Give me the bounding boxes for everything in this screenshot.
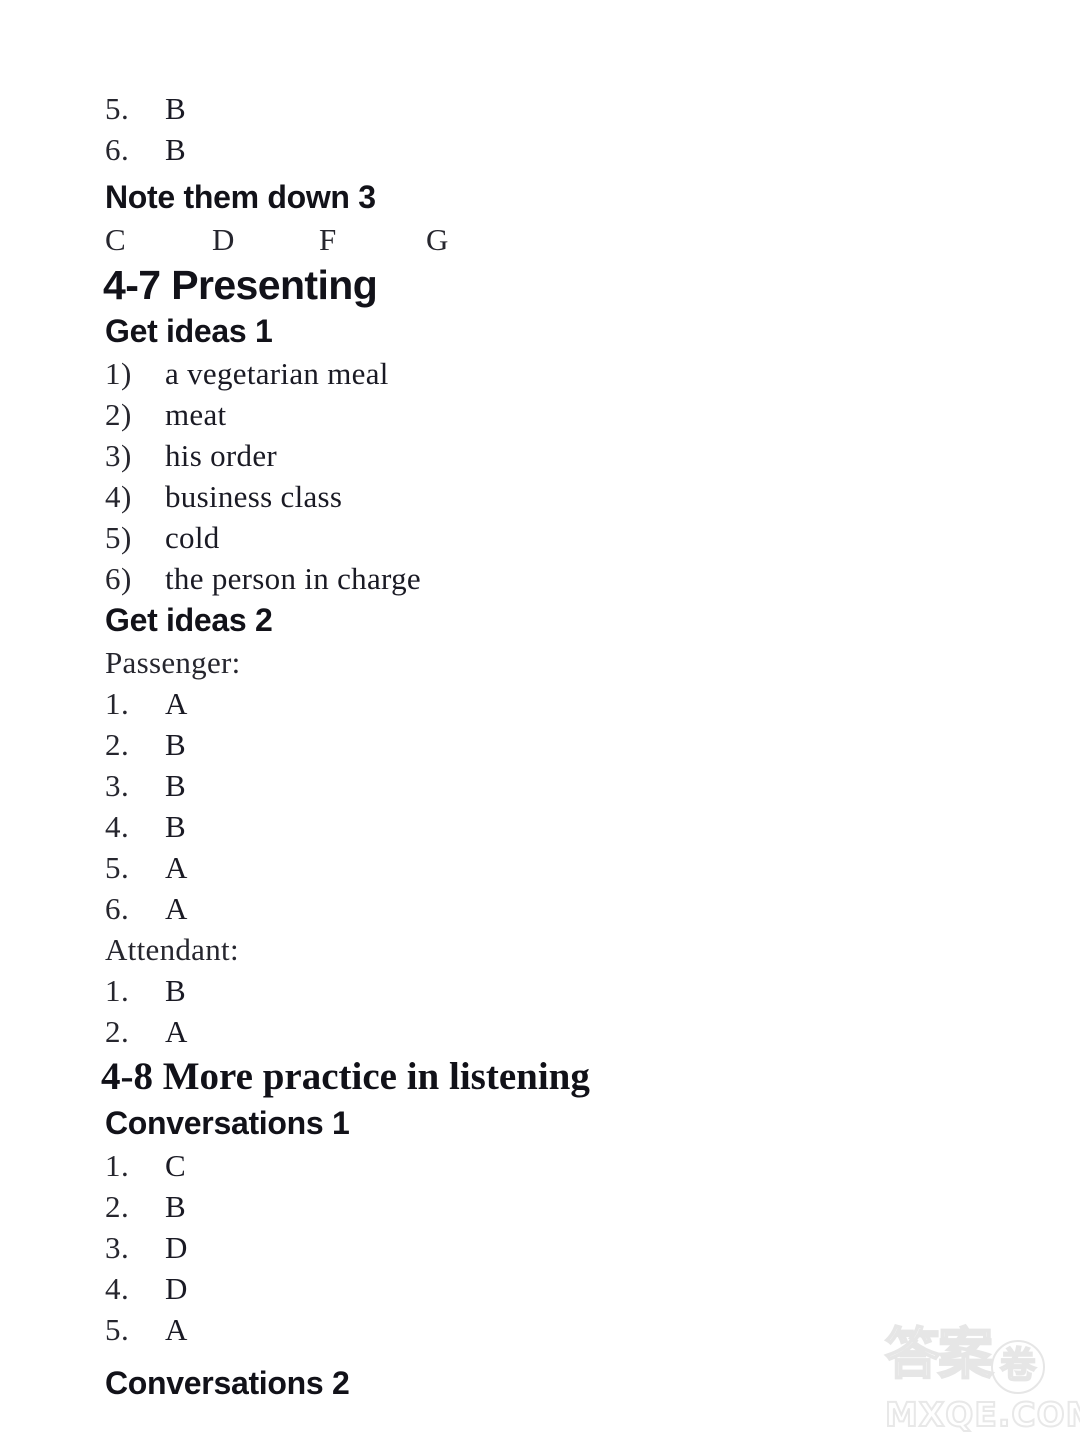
list-item-number: 4. [105, 1271, 130, 1306]
list-item-value: B [165, 973, 186, 1008]
list-item: 6) the person in charge [0, 558, 1080, 599]
answer-letter: C [105, 222, 126, 257]
list-item-number: 1. [105, 1148, 130, 1183]
heading-get-ideas-2: Get ideas 2 [105, 602, 273, 638]
list-item-number: 5) [105, 520, 132, 555]
list-item-number: 6. [105, 132, 130, 167]
list-item: 3. D [0, 1227, 1080, 1268]
list-item-value: B [165, 132, 186, 167]
list-item-value: A [165, 850, 188, 885]
list-item-number: 5. [105, 1312, 130, 1347]
list-item: 5. B [0, 88, 1080, 129]
heading-conversations-2: Conversations 2 [105, 1365, 350, 1401]
list-item: 2) meat [0, 394, 1080, 435]
list-item-number: 6. [105, 891, 130, 926]
list-item: 5) cold [0, 517, 1080, 558]
list-item: 6. A [0, 888, 1080, 929]
list-item-value: A [165, 1312, 188, 1347]
heading-conversations-1: Conversations 1 [105, 1105, 350, 1141]
heading-note-them-down: Note them down 3 [105, 179, 376, 215]
list-item-value: B [165, 727, 186, 762]
list-item-value: B [165, 91, 186, 126]
label-passenger: Passenger: [105, 645, 241, 680]
list-item: 3. B [0, 765, 1080, 806]
list-item-value: meat [165, 397, 227, 432]
list-item-number: 5. [105, 850, 130, 885]
list-item-number: 5. [105, 91, 130, 126]
list-item-value: a vegetarian meal [165, 356, 389, 391]
list-item-value: A [165, 891, 188, 926]
list-item: 1. B [0, 970, 1080, 1011]
list-item: 2. A [0, 1011, 1080, 1052]
list-item-value: B [165, 809, 186, 844]
list-item: 4. D [0, 1268, 1080, 1309]
list-item: 3) his order [0, 435, 1080, 476]
answer-letter: D [212, 222, 235, 257]
list-item-value: B [165, 1189, 186, 1224]
list-item-value: B [165, 768, 186, 803]
list-item-value: A [165, 686, 188, 721]
list-item-number: 4) [105, 479, 132, 514]
list-item-number: 2. [105, 1014, 130, 1049]
list-item-number: 1. [105, 973, 130, 1008]
list-item: 2. B [0, 724, 1080, 765]
list-item-value: his order [165, 438, 278, 473]
list-item-number: 3. [105, 768, 130, 803]
list-item-value: D [165, 1230, 188, 1265]
list-item-value: business class [165, 479, 343, 514]
heading-get-ideas-1: Get ideas 1 [105, 313, 273, 349]
list-item-number: 1. [105, 686, 130, 721]
list-item-number: 6) [105, 561, 132, 596]
list-item-value: C [165, 1148, 186, 1183]
list-item-number: 3) [105, 438, 132, 473]
list-item: 2. B [0, 1186, 1080, 1227]
list-item-number: 4. [105, 809, 130, 844]
answer-letter: G [426, 222, 449, 257]
list-item-value: A [165, 1014, 188, 1049]
list-item-value: the person in charge [165, 561, 421, 596]
list-item: 1. A [0, 683, 1080, 724]
list-item: 4. B [0, 806, 1080, 847]
list-item-value: D [165, 1271, 188, 1306]
list-item: 1. C [0, 1145, 1080, 1186]
list-item-number: 2. [105, 727, 130, 762]
list-item: 4) business class [0, 476, 1080, 517]
list-item-value: cold [165, 520, 220, 555]
list-item: 5. A [0, 1309, 1080, 1350]
note-them-down-answers: C D F G [0, 219, 1080, 260]
list-item-number: 1) [105, 356, 132, 391]
list-item-number: 2. [105, 1189, 130, 1224]
list-item: 6. B [0, 129, 1080, 170]
list-item-number: 2) [105, 397, 132, 432]
heading-section-4-8: 4-8 More practice in listening [101, 1055, 590, 1098]
list-item-number: 3. [105, 1230, 130, 1265]
list-item: 1) a vegetarian meal [0, 353, 1080, 394]
document-page: 5. B 6. B Note them down 3 C D F G 4-7 P… [0, 0, 1080, 1440]
list-item: 5. A [0, 847, 1080, 888]
answer-letter: F [319, 222, 337, 257]
document-content: 5. B 6. B Note them down 3 C D F G 4-7 P… [0, 0, 1080, 1405]
heading-section-4-7: 4-7 Presenting [103, 262, 378, 308]
label-attendant: Attendant: [105, 932, 239, 967]
